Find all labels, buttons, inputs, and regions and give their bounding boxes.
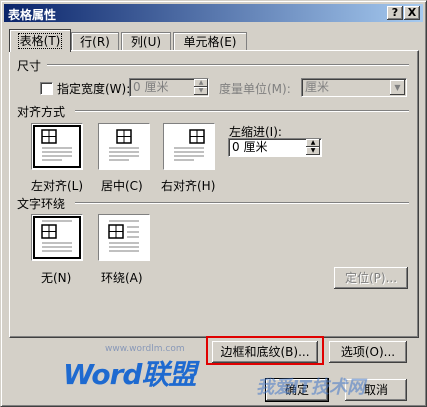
align-center-icon (109, 129, 139, 161)
tab-table[interactable]: 表格(T) (9, 29, 71, 52)
indent-spinner[interactable]: ▲ ▼ (306, 139, 320, 155)
watermark-brand: Word联盟 (63, 358, 196, 391)
tab-row[interactable]: 行(R) (71, 32, 119, 51)
wrap-none-label: 无(N) (41, 271, 72, 285)
highlight-box (206, 336, 324, 365)
wrap-around-label: 环绕(A) (101, 271, 143, 285)
align-right-option[interactable] (163, 123, 215, 170)
tab-column[interactable]: 列(U) (121, 32, 171, 51)
divider (47, 64, 409, 66)
options-button[interactable]: 选项(O)... (329, 341, 407, 363)
dialog-title: 表格属性 (8, 8, 57, 22)
chevron-down-icon[interactable]: ▼ (390, 80, 405, 95)
close-button[interactable]: X (404, 6, 420, 20)
divider (75, 202, 409, 204)
table-properties-dialog: 表格属性 ? X 表格(T) 行(R) 列(U) 单元格(E) 尺寸 指定宽度(… (0, 0, 427, 407)
align-center-option[interactable] (98, 123, 150, 170)
alignment-group-label: 对齐方式 (17, 105, 66, 119)
wrap-none-icon (41, 220, 72, 252)
preferred-width-label: 指定宽度(W): (57, 82, 131, 96)
align-right-icon (174, 129, 205, 161)
preferred-width-checkbox[interactable] (40, 82, 53, 95)
wrapping-group-label: 文字环绕 (17, 197, 66, 211)
size-group-label: 尺寸 (17, 59, 42, 73)
position-button[interactable]: 定位(P)... (334, 267, 408, 289)
wrap-none-option[interactable] (31, 214, 83, 261)
help-button[interactable]: ? (387, 6, 403, 20)
watermark-site: 我爱IT技术网 (256, 377, 365, 398)
title-bar: 表格属性 ? X (4, 4, 423, 22)
wrap-around-icon (108, 220, 139, 252)
align-left-label: 左对齐(L) (31, 179, 84, 193)
divider (75, 110, 409, 112)
wrap-around-option[interactable] (98, 214, 150, 261)
align-left-icon (41, 129, 72, 161)
width-spinner[interactable]: ▲ ▼ (194, 79, 208, 95)
align-right-label: 右对齐(H) (161, 179, 216, 193)
align-left-option[interactable] (31, 123, 83, 170)
unit-label: 度量单位(M): (219, 82, 291, 96)
tab-cell[interactable]: 单元格(E) (173, 32, 247, 51)
align-center-label: 居中(C) (101, 179, 143, 193)
